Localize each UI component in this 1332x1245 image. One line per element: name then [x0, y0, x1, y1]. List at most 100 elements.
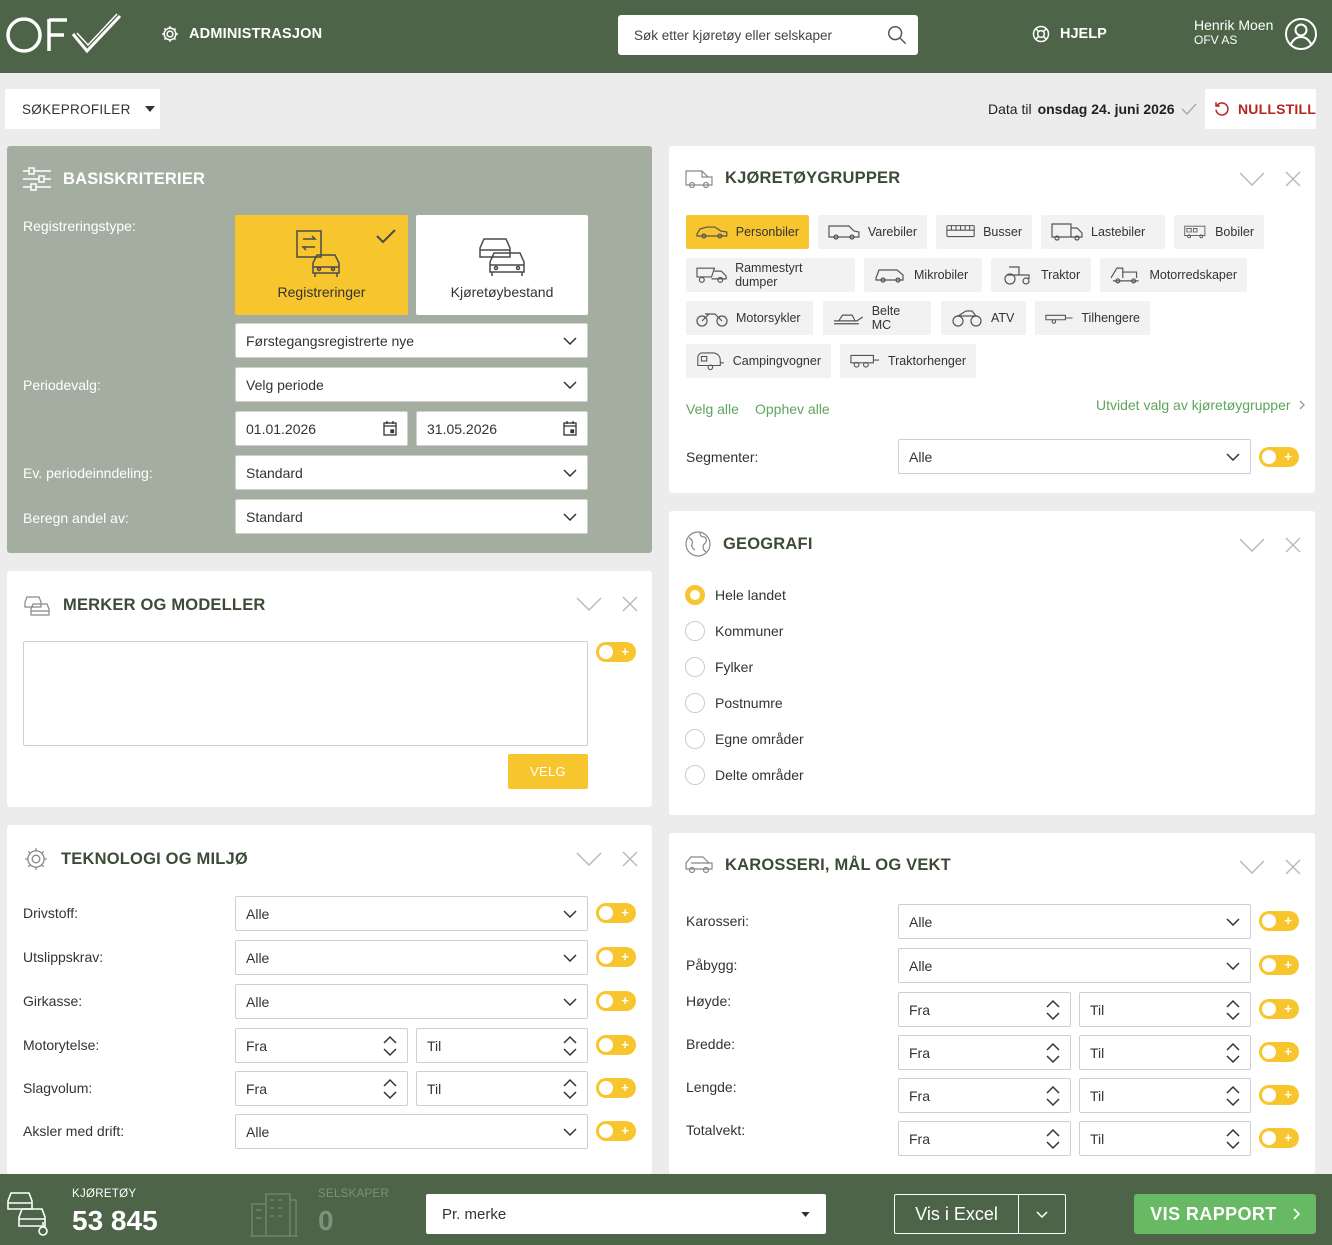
chip-traktorhenger[interactable]: Traktorhenger	[840, 344, 976, 378]
collapse-chevron-icon[interactable]	[576, 852, 602, 866]
extended-groups-link[interactable]: Utvidet valg av kjøretøygrupper	[1096, 397, 1305, 413]
stepper-icon[interactable]	[383, 1035, 397, 1057]
segments-toggle[interactable]: +	[1259, 447, 1299, 467]
karosseri-toggle[interactable]: +	[1259, 911, 1299, 931]
chip-traktor[interactable]: Traktor	[991, 258, 1091, 292]
fuel-toggle[interactable]: +	[596, 903, 636, 923]
segments-select[interactable]: Alle	[898, 439, 1251, 474]
geo-radio-own-areas[interactable]: Egne områder	[685, 729, 804, 749]
collapse-chevron-icon[interactable]	[1239, 538, 1265, 552]
stepper-icon[interactable]	[1046, 1042, 1060, 1064]
close-icon[interactable]	[1285, 537, 1301, 553]
select-all-link[interactable]: Velg alle	[686, 401, 739, 417]
length-toggle[interactable]: +	[1259, 1085, 1299, 1105]
weight-from-input[interactable]: Fra	[898, 1121, 1071, 1156]
stepper-icon[interactable]	[1046, 1085, 1060, 1107]
search-box[interactable]	[618, 15, 918, 55]
date-from-input[interactable]: 01.01.2026	[235, 411, 408, 446]
radio-dot[interactable]	[685, 657, 705, 677]
collapse-chevron-icon[interactable]	[1239, 172, 1265, 186]
chip-tilhengere[interactable]: Tilhengere	[1035, 301, 1150, 335]
ofv-logo[interactable]	[5, 12, 123, 60]
displacement-from-input[interactable]: Fra	[235, 1071, 408, 1106]
width-toggle[interactable]: +	[1259, 1042, 1299, 1062]
calendar-icon[interactable]	[563, 421, 577, 436]
admin-menu[interactable]: ADMINISTRASJON	[160, 24, 322, 44]
calendar-icon[interactable]	[383, 421, 397, 436]
height-toggle[interactable]: +	[1259, 999, 1299, 1019]
chip-rammestyrt-dumper[interactable]: Rammestyrt dumper	[686, 258, 855, 292]
group-by-select[interactable]: Pr. merke	[426, 1194, 826, 1234]
velg-button[interactable]: VELG	[508, 754, 588, 789]
drive-select[interactable]: Alle	[235, 1114, 588, 1149]
radio-dot[interactable]	[685, 621, 705, 641]
brands-toggle[interactable]: +	[596, 642, 636, 662]
gearbox-toggle[interactable]: +	[596, 991, 636, 1011]
close-icon[interactable]	[1285, 171, 1301, 187]
geo-radio-whole-country[interactable]: Hele landet	[685, 585, 786, 605]
collapse-chevron-icon[interactable]	[576, 597, 602, 611]
radio-dot[interactable]	[685, 729, 705, 749]
division-select[interactable]: Standard	[235, 455, 588, 490]
close-icon[interactable]	[622, 596, 638, 612]
chip-bobiler[interactable]: Bobiler	[1174, 215, 1264, 249]
close-icon[interactable]	[1285, 859, 1301, 875]
chip-lastebiler[interactable]: Lastebiler	[1041, 215, 1165, 249]
drive-toggle[interactable]: +	[596, 1121, 636, 1141]
fuel-select[interactable]: Alle	[235, 896, 588, 931]
reset-button[interactable]: NULLSTILL	[1205, 89, 1316, 129]
radio-dot[interactable]	[685, 693, 705, 713]
chip-varebiler[interactable]: Varebiler	[818, 215, 927, 249]
chip-atv[interactable]: ATV	[941, 301, 1026, 335]
stepper-icon[interactable]	[1226, 999, 1240, 1021]
date-to-input[interactable]: 31.05.2026	[416, 411, 588, 446]
user-avatar-icon[interactable]	[1284, 17, 1318, 54]
help-link[interactable]: HJELP	[1031, 24, 1107, 44]
geo-radio-shared-areas[interactable]: Delte områder	[685, 765, 804, 785]
stepper-icon[interactable]	[383, 1078, 397, 1100]
stepper-icon[interactable]	[563, 1035, 577, 1057]
weight-to-input[interactable]: Til	[1079, 1121, 1251, 1156]
excel-button[interactable]: Vis i Excel	[895, 1195, 1019, 1233]
power-from-input[interactable]: Fra	[235, 1028, 408, 1063]
width-from-input[interactable]: Fra	[898, 1035, 1071, 1070]
option-registrations[interactable]: Registreringer	[235, 215, 408, 315]
search-profiles-dropdown[interactable]: SØKEPROFILER	[5, 89, 160, 129]
search-input[interactable]	[634, 27, 886, 43]
karosseri-select[interactable]: Alle	[898, 904, 1251, 939]
pabygg-select[interactable]: Alle	[898, 948, 1251, 983]
length-from-input[interactable]: Fra	[898, 1078, 1071, 1113]
geo-radio-postcodes[interactable]: Postnumre	[685, 693, 783, 713]
chip-busser[interactable]: Busser	[936, 215, 1032, 249]
power-to-input[interactable]: Til	[416, 1028, 588, 1063]
stepper-icon[interactable]	[563, 1078, 577, 1100]
search-icon[interactable]	[886, 24, 908, 46]
chip-motorsykler[interactable]: Motorsykler	[686, 301, 813, 335]
close-icon[interactable]	[622, 851, 638, 867]
chip-campingvogner[interactable]: Campingvogner	[686, 344, 831, 378]
chip-motorredskaper[interactable]: Motorredskaper	[1100, 258, 1247, 292]
show-report-button[interactable]: VIS RAPPORT	[1134, 1194, 1316, 1234]
stepper-icon[interactable]	[1226, 1042, 1240, 1064]
gearbox-select[interactable]: Alle	[235, 984, 588, 1019]
brands-textarea[interactable]	[23, 641, 588, 746]
emission-select[interactable]: Alle	[235, 940, 588, 975]
collapse-chevron-icon[interactable]	[1239, 860, 1265, 874]
height-from-input[interactable]: Fra	[898, 992, 1071, 1027]
chip-personbiler[interactable]: Personbiler	[686, 215, 809, 249]
regtype-select[interactable]: Førstegangsregistrerte nye	[235, 323, 588, 358]
radio-dot[interactable]	[685, 585, 705, 605]
width-to-input[interactable]: Til	[1079, 1035, 1251, 1070]
height-to-input[interactable]: Til	[1079, 992, 1251, 1027]
share-select[interactable]: Standard	[235, 499, 588, 534]
chip-mikrobiler[interactable]: Mikrobiler	[864, 258, 982, 292]
power-toggle[interactable]: +	[596, 1035, 636, 1055]
option-vehicle-stock[interactable]: Kjøretøybestand	[416, 215, 588, 315]
radio-dot[interactable]	[685, 765, 705, 785]
emission-toggle[interactable]: +	[596, 947, 636, 967]
chip-belte-mc[interactable]: Belte MC	[823, 301, 931, 335]
stepper-icon[interactable]	[1226, 1128, 1240, 1150]
stepper-icon[interactable]	[1046, 1128, 1060, 1150]
displacement-toggle[interactable]: +	[596, 1078, 636, 1098]
geo-radio-municipalities[interactable]: Kommuner	[685, 621, 783, 641]
